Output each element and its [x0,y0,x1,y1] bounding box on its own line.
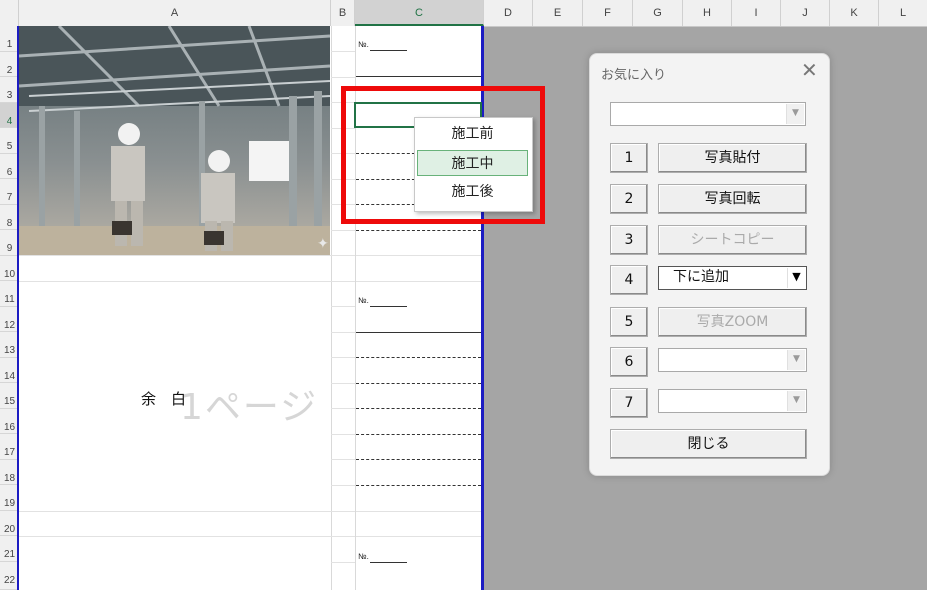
no-underline [370,562,407,563]
close-button[interactable]: 閉じる [610,429,807,459]
column-header-g[interactable]: G [633,0,683,26]
gridline [331,357,355,358]
gridline [356,281,481,282]
num-button-6[interactable]: 6 [610,347,648,377]
num-button-3[interactable]: 3 [610,225,648,255]
dashed-line [356,408,481,409]
gridline [19,281,331,282]
chevron-down-icon[interactable]: ▼ [787,350,805,370]
gridline [331,536,355,537]
page-watermark: 1ページ [180,387,319,428]
gridline [19,255,331,256]
column-header-j[interactable]: J [781,0,830,26]
column-header-e[interactable]: E [533,0,583,26]
gridline [331,511,355,512]
gridline [331,306,355,307]
gridline [331,77,355,78]
column-header-f[interactable]: F [583,0,633,26]
gridline [331,434,355,435]
construction-photo[interactable]: ✦ [19,26,330,255]
gridline [331,383,355,384]
gridline [356,255,481,256]
num-button-4[interactable]: 4 [610,265,648,295]
sheet-copy-button[interactable]: シートコピー [658,225,807,255]
gridline [331,562,355,563]
column-header-d[interactable]: D [484,0,533,26]
photo-zoom-button[interactable]: 写真ZOOM [658,307,807,337]
construction-photo-image: ✦ [19,26,330,255]
dashed-line [356,230,481,231]
slot-6-combo[interactable]: ▼ [658,348,807,372]
chevron-down-icon[interactable]: ▼ [787,391,805,411]
menu-item-during[interactable]: 施工中 [417,150,528,176]
select-all-corner[interactable] [0,0,19,26]
solid-line [356,76,481,77]
dashed-line [356,485,481,486]
num-button-7[interactable]: 7 [610,388,648,418]
menu-item-after[interactable]: 施工後 [417,179,528,205]
column-header-c[interactable]: C [355,0,484,26]
add-below-value: 下に追加 [673,269,729,285]
gridline [331,332,355,333]
gridline [331,408,355,409]
column-header-i[interactable]: I [732,0,781,26]
favorites-dialog: お気に入り ✕ ▼ 1 写真貼付 2 写真回転 3 シートコピー 4 下に追加 … [589,53,830,476]
rotate-photo-button[interactable]: 写真回転 [658,184,807,214]
column-header-h[interactable]: H [683,0,732,26]
dashed-line [356,383,481,384]
gridline [331,459,355,460]
top-combo[interactable]: ▼ [610,102,806,126]
svg-text:✦: ✦ [317,236,329,252]
chevron-down-icon[interactable]: ▼ [786,104,804,124]
slot-7-combo[interactable]: ▼ [658,389,807,413]
gridline [331,485,355,486]
no-label: №. [358,296,369,305]
yohaku-label: 余 白 [141,390,187,408]
column-header-b[interactable]: B [331,0,355,26]
close-icon[interactable]: ✕ [801,58,818,82]
dialog-title: お気に入り [601,68,667,83]
gridline [356,511,481,512]
gridline [19,536,331,537]
menu-item-before[interactable]: 施工前 [417,121,528,147]
column-header-l[interactable]: L [879,0,927,26]
no-underline [370,306,407,307]
gridline [331,51,355,52]
dashed-line [356,434,481,435]
add-below-combo[interactable]: 下に追加 ▼ [658,266,807,290]
gridline [331,281,355,282]
dashed-line [356,459,481,460]
dashed-line [356,357,481,358]
page-break-left [17,26,19,590]
gridline [19,511,331,512]
no-label: №. [358,40,369,49]
num-button-2[interactable]: 2 [610,184,648,214]
gridline [331,230,355,231]
no-underline [370,50,407,51]
num-button-1[interactable]: 1 [610,143,648,173]
num-button-5[interactable]: 5 [610,307,648,337]
no-label: №. [358,552,369,561]
paste-photo-button[interactable]: 写真貼付 [658,143,807,173]
gridline [356,536,481,537]
solid-line [356,332,481,333]
column-header-a[interactable]: A [19,0,331,26]
gridline [331,255,355,256]
column-header-k[interactable]: K [830,0,879,26]
chevron-down-icon[interactable]: ▼ [787,268,805,288]
column-header-bar: A B C D E F G H I J K L [0,0,927,27]
context-menu: 施工前 施工中 施工後 [414,117,533,212]
gridline [331,26,332,590]
